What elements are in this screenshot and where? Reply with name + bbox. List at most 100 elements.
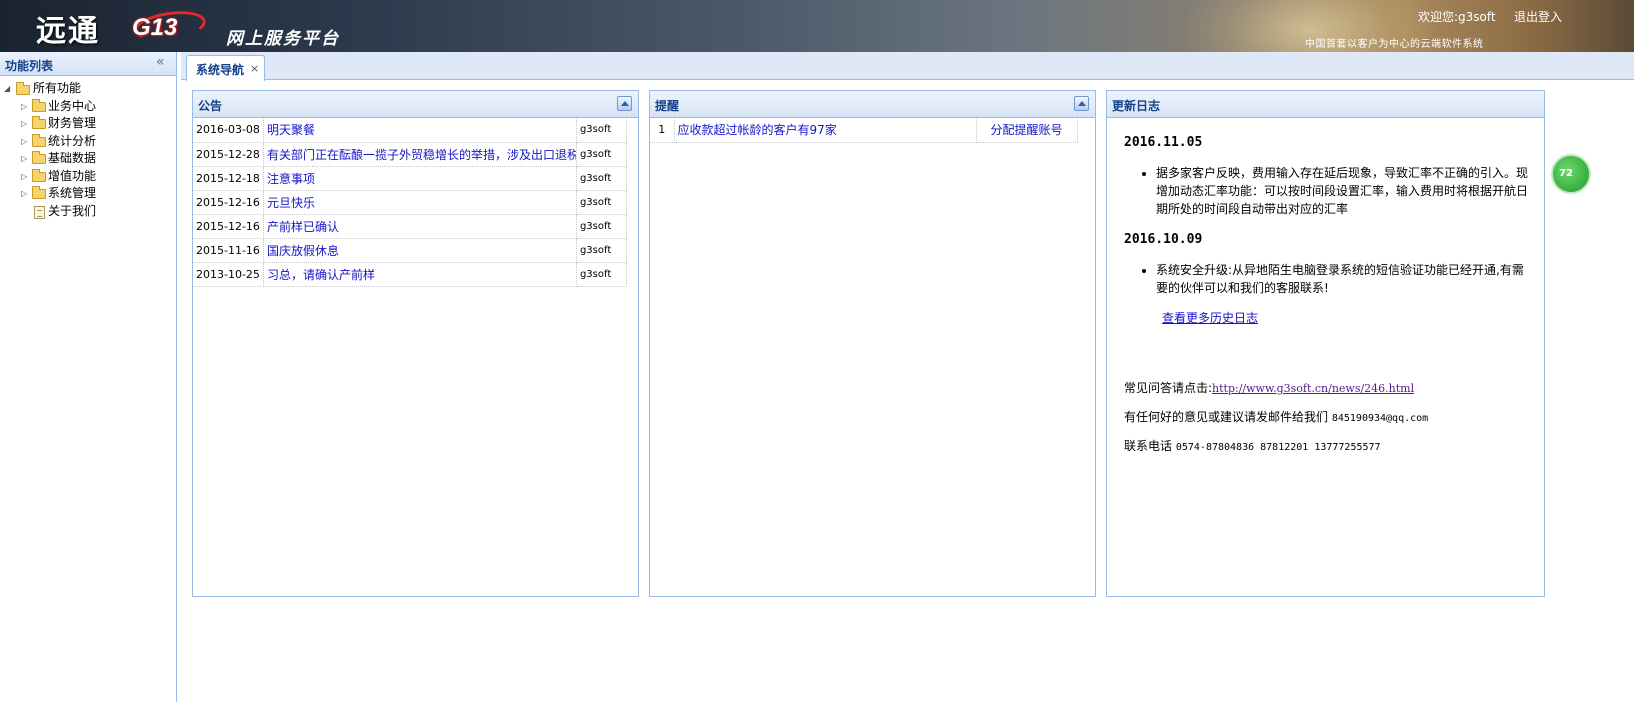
announcement-title-link[interactable]: 注意事项 xyxy=(263,166,577,191)
logout-link[interactable]: 退出登入 xyxy=(1514,8,1562,25)
feedback-email: 845190934@qq.com xyxy=(1331,413,1429,424)
collapsed-arrow-icon[interactable]: ▷ xyxy=(21,168,27,186)
collapse-sidebar-icon[interactable]: « xyxy=(156,54,165,70)
collapsed-arrow-icon[interactable]: ▷ xyxy=(21,133,27,151)
announcement-author: g3soft xyxy=(576,262,627,287)
expanded-arrow-icon[interactable]: ◢ xyxy=(4,80,10,98)
collapsed-arrow-icon[interactable]: ▷ xyxy=(21,150,27,168)
announcement-author: g3soft xyxy=(576,190,627,215)
table-row: 2015-12-16 元旦快乐 g3soft xyxy=(193,190,627,215)
collapsed-arrow-icon[interactable]: ▷ xyxy=(21,185,27,203)
folder-icon xyxy=(32,168,46,182)
changelog-list: 系统安全升级:从异地陌生电脑登录系统的短信验证功能已经开通,有需要的伙伴可以和我… xyxy=(1156,261,1534,297)
g13-logo: G13 xyxy=(128,7,208,45)
panel-header: 更新日志 xyxy=(1107,91,1544,118)
changelog-list: 据多家客户反映，费用输入存在延后现象，导致汇率不正确的引入。现增加动态汇率功能：… xyxy=(1156,164,1534,218)
function-tree: ◢ 所有功能 ▷ 业务中心 ▷ 财务管理 ▷ 统计分析 ▷ 基础数据 ▷ 增值功… xyxy=(0,76,176,220)
phone-line: 联系电话 0574-87804836 87812201 13777255577 xyxy=(1124,437,1534,454)
reminder-link[interactable]: 应收款超过帐龄的客户有97家 xyxy=(674,118,977,143)
open-folder-icon xyxy=(16,82,30,95)
tree-item-system-admin[interactable]: ▷ 系统管理 xyxy=(0,185,176,203)
announcement-title-link[interactable]: 产前样已确认 xyxy=(263,214,577,239)
tree-item-label: 统计分析 xyxy=(48,133,97,148)
floating-badge[interactable]: 72 xyxy=(1551,154,1591,194)
folder-icon xyxy=(32,133,46,147)
feedback-line: 有任何好的意见或建议请发邮件给我们 845190934@qq.com xyxy=(1124,408,1534,425)
assign-reminder-account-link[interactable]: 分配提醒账号 xyxy=(976,118,1078,143)
panel-title: 更新日志 xyxy=(1112,99,1161,113)
faq-link[interactable]: http://www.g3soft.cn/news/246.html xyxy=(1212,382,1414,395)
tree-item-label: 基础数据 xyxy=(48,151,97,165)
tree-item-finance[interactable]: ▷ 财务管理 xyxy=(0,115,176,133)
tab-system-navigation[interactable]: 系统导航 × xyxy=(186,55,265,81)
tree-item-all-functions[interactable]: ◢ 所有功能 xyxy=(0,80,176,98)
tree-item-label: 增值功能 xyxy=(48,168,97,183)
announcement-date: 2015-12-16 xyxy=(193,190,264,215)
announcement-date: 2015-11-16 xyxy=(193,238,264,263)
reminder-table: 1 应收款超过帐龄的客户有97家 分配提醒账号 xyxy=(650,118,1078,143)
announcement-author: g3soft xyxy=(576,214,627,239)
announcement-date: 2016-03-08 xyxy=(193,118,264,143)
panel-title: 公告 xyxy=(198,99,223,113)
tree-item-about-us[interactable]: 关于我们 xyxy=(0,203,176,221)
table-row: 1 应收款超过帐龄的客户有97家 分配提醒账号 xyxy=(650,118,1078,143)
announcement-author: g3soft xyxy=(576,142,627,167)
table-row: 2015-12-16 产前样已确认 g3soft xyxy=(193,214,627,239)
collapse-panel-icon[interactable] xyxy=(1074,96,1089,111)
collapsed-arrow-icon[interactable]: ▷ xyxy=(21,115,27,133)
close-tab-icon[interactable]: × xyxy=(250,62,259,75)
table-row: 2016-03-08 明天聚餐 g3soft xyxy=(193,118,627,143)
document-icon xyxy=(34,205,45,219)
announcement-author: g3soft xyxy=(576,166,627,191)
announcement-author: g3soft xyxy=(576,118,627,143)
panel-header: 公告 xyxy=(193,91,638,118)
announcement-title-link[interactable]: 习总，请确认产前样 xyxy=(263,262,577,287)
announcement-author: g3soft xyxy=(576,238,627,263)
changelog-date: 2016.10.09 xyxy=(1124,232,1203,247)
folder-icon xyxy=(32,151,46,164)
faq-line: 常见问答请点击:http://www.g3soft.cn/news/246.ht… xyxy=(1124,379,1534,396)
announcement-title-link[interactable]: 国庆放假休息 xyxy=(263,238,577,263)
tree-item-label: 系统管理 xyxy=(48,186,97,200)
changelog-item: 据多家客户反映，费用输入存在延后现象，导致汇率不正确的引入。现增加动态汇率功能：… xyxy=(1156,164,1534,218)
table-row: 2015-11-16 国庆放假休息 g3soft xyxy=(193,238,627,263)
folder-icon xyxy=(32,186,46,199)
tree-item-statistics[interactable]: ▷ 统计分析 xyxy=(0,133,176,151)
phone-prefix: 联系电话 xyxy=(1124,439,1173,453)
more-history-link[interactable]: 查看更多历史日志 xyxy=(1162,309,1258,326)
announcement-date: 2015-12-28 xyxy=(193,142,264,167)
tab-label: 系统导航 xyxy=(196,63,245,77)
folder-icon xyxy=(32,116,46,129)
announcement-panel: 公告 2016-03-08 明天聚餐 g3soft 2015-12-28 有关部… xyxy=(192,90,639,597)
changelog-body: 2016.11.05 据多家客户反映，费用输入存在延后现象，导致汇率不正确的引入… xyxy=(1124,118,1534,454)
announcement-title-link[interactable]: 元旦快乐 xyxy=(263,190,577,215)
announcement-title-link[interactable]: 明天聚餐 xyxy=(263,118,577,143)
feedback-prefix: 有任何好的意见或建议请发邮件给我们 xyxy=(1124,410,1329,424)
tab-bar: 系统导航 × xyxy=(181,52,1634,81)
collapse-panel-icon[interactable] xyxy=(617,96,632,111)
announcement-date: 2013-10-25 xyxy=(193,262,264,287)
tree-item-value-added[interactable]: ▷ 增值功能 xyxy=(0,168,176,186)
announcement-date: 2015-12-16 xyxy=(193,214,264,239)
table-row: 2015-12-18 注意事项 g3soft xyxy=(193,166,627,191)
function-sidebar: 功能列表 « ◢ 所有功能 ▷ 业务中心 ▷ 财务管理 ▷ 统计分析 ▷ 基础数… xyxy=(0,52,177,702)
tree-item-label: 关于我们 xyxy=(48,203,97,218)
announcement-table: 2016-03-08 明天聚餐 g3soft 2015-12-28 有关部门正在… xyxy=(193,118,627,287)
row-number: 1 xyxy=(650,118,675,143)
tree-item-label: 业务中心 xyxy=(48,98,97,113)
tree-item-label: 所有功能 xyxy=(33,81,82,95)
changelog-date: 2016.11.05 xyxy=(1124,135,1203,150)
phone-numbers: 0574-87804836 87812201 13777255577 xyxy=(1175,442,1381,453)
tree-item-basic-data[interactable]: ▷ 基础数据 xyxy=(0,150,176,168)
tree-item-business-center[interactable]: ▷ 业务中心 xyxy=(0,98,176,116)
tree-item-label: 财务管理 xyxy=(48,116,97,130)
table-row: 2015-12-28 有关部门正在酝酿一揽子外贸稳增长的举措，涉及出口退税、 g… xyxy=(193,142,627,167)
changelog-item: 系统安全升级:从异地陌生电脑登录系统的短信验证功能已经开通,有需要的伙伴可以和我… xyxy=(1156,261,1534,297)
platform-slogan: 网上服务平台 xyxy=(226,29,340,49)
brand-logo: 远通 xyxy=(36,14,100,49)
welcome-user: 欢迎您:g3soft xyxy=(1418,10,1496,24)
faq-prefix: 常见问答请点击: xyxy=(1124,381,1213,395)
sidebar-title: 功能列表 xyxy=(5,59,54,73)
announcement-title-link[interactable]: 有关部门正在酝酿一揽子外贸稳增长的举措，涉及出口退税、 xyxy=(263,142,577,167)
collapsed-arrow-icon[interactable]: ▷ xyxy=(21,98,27,116)
